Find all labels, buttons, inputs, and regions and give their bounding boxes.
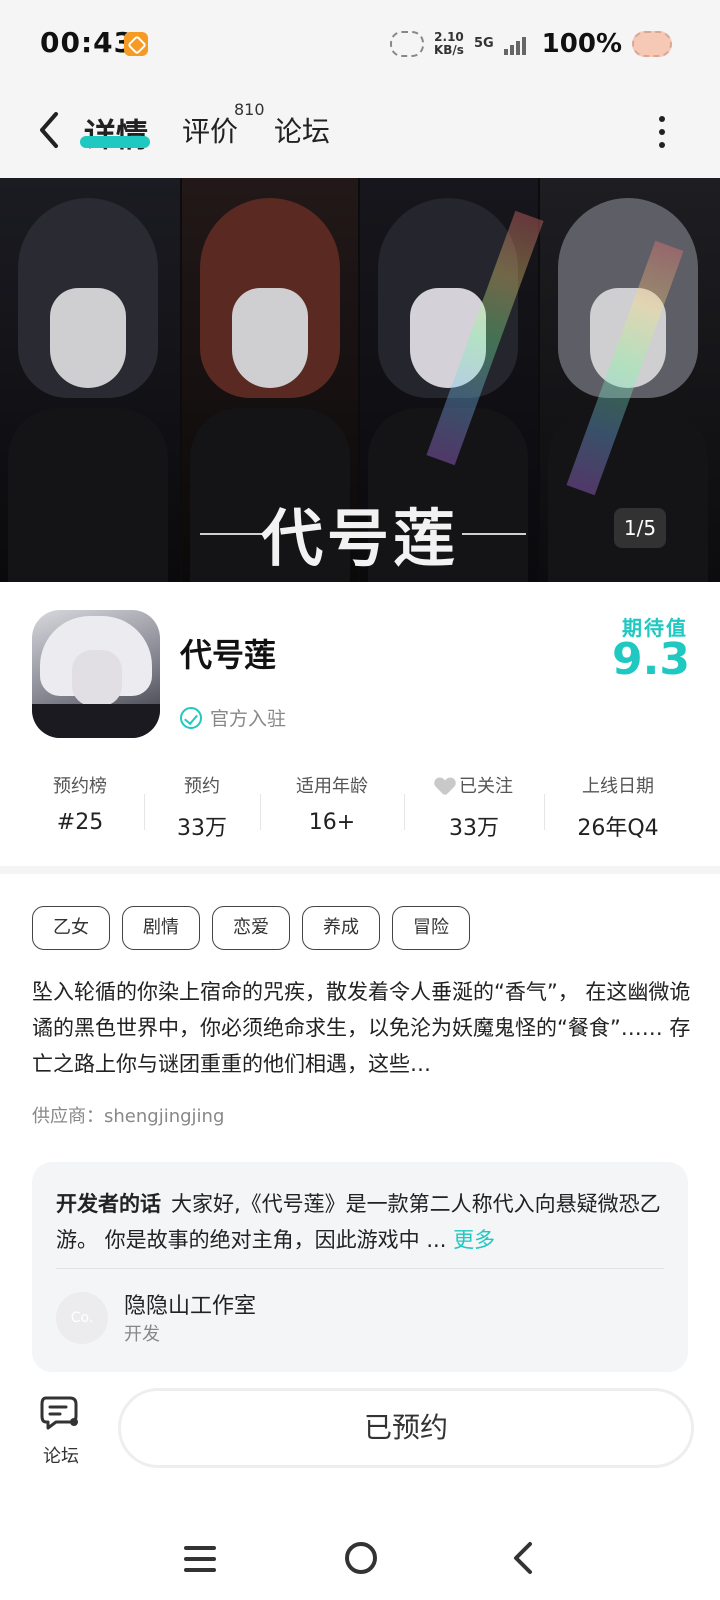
system-back-button[interactable]	[508, 1540, 538, 1576]
divider	[544, 794, 545, 830]
banner-page-counter: 1/5	[614, 508, 666, 548]
stat-label: 上线日期	[582, 776, 654, 797]
status-bar: 00:43 2.10 KB/s 5G 100%	[0, 0, 720, 88]
tag-list: 乙女 剧情 恋爱 养成 冒险	[32, 906, 470, 950]
system-nav-bar	[0, 1520, 720, 1600]
section-separator	[0, 866, 720, 874]
banner-carousel[interactable]: 代号莲 1/5	[0, 178, 720, 582]
divider	[144, 794, 145, 830]
chevron-left-icon	[40, 112, 58, 148]
developer-card: 开发者的话 大家好,《代号莲》是一款第二人称代入向悬疑微恐乙游。 你是故事的绝对主…	[32, 1162, 688, 1372]
battery-icon	[632, 31, 672, 57]
status-time: 00:43	[40, 26, 135, 59]
weather-icon	[389, 31, 424, 57]
net-speed: 2.10 KB/s	[434, 31, 464, 57]
official-label: 官方入驻	[210, 708, 287, 730]
battery-percent: 100%	[541, 29, 622, 59]
stat-label: 已关注	[459, 776, 513, 797]
developer-words[interactable]: 开发者的话 大家好,《代号莲》是一款第二人称代入向悬疑微恐乙游。 你是故事的绝对主…	[56, 1186, 666, 1258]
official-badge: 官方入驻	[180, 704, 286, 731]
app-icon	[32, 610, 160, 738]
tag-adventure[interactable]: 冒险	[392, 906, 470, 950]
signal-icon	[503, 33, 532, 55]
tag-raising[interactable]: 养成	[302, 906, 380, 950]
developer-words-title: 开发者的话	[56, 1192, 161, 1216]
forum-label: 论坛	[43, 1446, 79, 1467]
stat-value: 26年Q4	[577, 816, 659, 841]
divider	[56, 1268, 664, 1269]
divider	[404, 794, 405, 830]
stat-reservations: 预约 33万	[152, 772, 252, 844]
game-description[interactable]: 坠入轮循的你染上宿命的咒疾，散发着令人垂涎的“香气”， 在这幽微诡谲的黑色世界中…	[32, 974, 692, 1082]
home-button[interactable]	[345, 1542, 377, 1574]
tag-romance[interactable]: 恋爱	[212, 906, 290, 950]
supplier-label: 供应商：shengjingjing	[32, 1106, 225, 1127]
stat-value: 33万	[449, 816, 499, 841]
top-nav: 详情 评价 810 论坛	[0, 88, 720, 178]
more-options-button[interactable]	[652, 112, 672, 152]
app-name: 代号莲	[180, 636, 277, 674]
stats-row: 预约榜 #25 预约 33万 适用年龄 16+ 已关注 33万 上线日期 26年…	[0, 772, 720, 844]
tag-story[interactable]: 剧情	[122, 906, 200, 950]
status-indicators: 2.10 KB/s 5G 100%	[389, 26, 672, 62]
stat-label: 预约榜	[53, 776, 107, 797]
active-tab-indicator	[80, 136, 150, 148]
chat-bubble-icon	[40, 1396, 78, 1430]
net-speed-unit: KB/s	[433, 43, 464, 57]
tab-review[interactable]: 评价	[182, 110, 238, 150]
review-count-badge: 810	[234, 100, 265, 119]
stat-reserve-rank[interactable]: 预约榜 #25	[30, 772, 130, 844]
reserved-button[interactable]: 已预约	[118, 1388, 694, 1468]
heart-icon	[435, 778, 455, 796]
stat-value: #25	[56, 810, 104, 835]
studio-role: 开发	[124, 1324, 160, 1345]
stat-age-rating[interactable]: 适用年龄 16+	[270, 772, 394, 844]
tab-detail[interactable]: 详情	[84, 110, 148, 156]
recent-apps-button[interactable]	[184, 1546, 216, 1572]
stat-release-date: 上线日期 26年Q4	[556, 772, 680, 844]
banner-title: 代号莲	[260, 502, 459, 575]
divider	[260, 794, 261, 830]
stat-label: 适用年龄	[296, 776, 368, 797]
network-type: 5G	[473, 36, 494, 51]
tag-otome[interactable]: 乙女	[32, 906, 110, 950]
more-link[interactable]: 更多	[453, 1228, 495, 1252]
tab-forum[interactable]: 论坛	[274, 110, 330, 150]
notification-app-icon	[124, 32, 148, 56]
stat-label: 预约	[184, 776, 220, 797]
stat-value: 33万	[177, 816, 227, 841]
stat-followers[interactable]: 已关注 33万	[416, 772, 532, 844]
expectation-score: 9.3	[612, 634, 690, 685]
studio-avatar[interactable]: Co.	[56, 1292, 108, 1344]
stat-value: 16+	[308, 810, 356, 835]
check-circle-icon	[180, 706, 202, 729]
studio-name[interactable]: 隐隐山工作室	[124, 1288, 256, 1320]
forum-button[interactable]: 论坛	[30, 1394, 92, 1474]
back-button[interactable]	[30, 108, 70, 152]
